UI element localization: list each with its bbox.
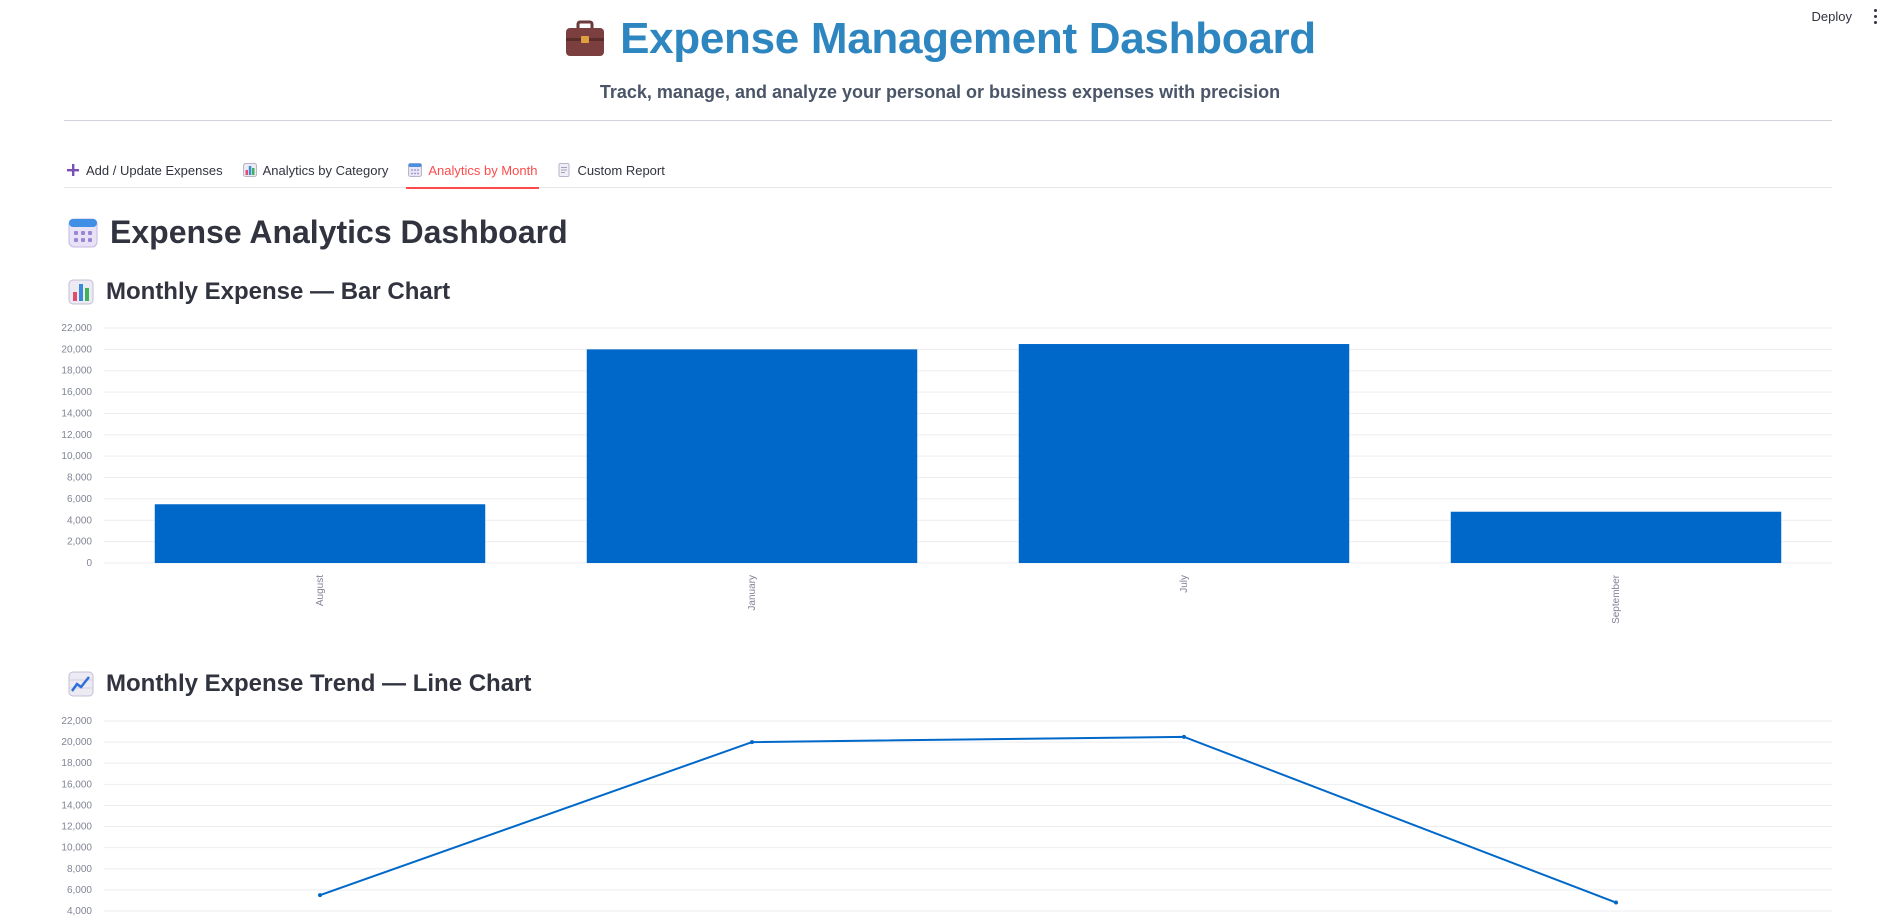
x-tick-label: August <box>315 575 326 606</box>
tab-analytics-by-category[interactable]: Analytics by Category <box>241 152 391 188</box>
bar[interactable] <box>154 504 486 563</box>
chart-increasing-icon <box>68 671 94 697</box>
calendar-icon <box>68 218 98 247</box>
bar-chart-icon <box>68 279 94 305</box>
y-tick-label: 12,000 <box>61 430 92 441</box>
y-tick-label: 16,000 <box>61 779 92 790</box>
tab-custom-report[interactable]: Custom Report <box>555 152 666 188</box>
tab-label: Add / Update Expenses <box>86 162 223 178</box>
bar[interactable] <box>586 349 918 563</box>
tab-add-update-expenses[interactable]: Add / Update Expenses <box>64 152 225 188</box>
y-tick-label: 20,000 <box>61 737 92 748</box>
x-tick-label: September <box>1611 574 1622 624</box>
y-tick-label: 0 <box>86 558 92 569</box>
y-tick-label: 14,000 <box>61 800 92 811</box>
x-tick-label: January <box>747 575 758 611</box>
app-subtitle: Track, manage, and analyze your personal… <box>599 82 1281 102</box>
page-title: Expense Analytics Dashboard <box>110 214 568 250</box>
y-tick-label: 10,000 <box>61 451 92 462</box>
y-tick-label: 20,000 <box>61 344 92 355</box>
y-tick-label: 6,000 <box>67 885 92 896</box>
y-tick-label: 4,000 <box>67 515 92 526</box>
y-tick-label: 8,000 <box>67 864 92 875</box>
line-chart-heading: Monthly Expense Trend — Line Chart <box>68 670 531 698</box>
x-tick-label: July <box>1179 575 1190 593</box>
briefcase-icon <box>566 20 605 56</box>
y-tick-label: 18,000 <box>61 366 92 377</box>
plus-icon <box>67 164 79 176</box>
data-point[interactable] <box>318 893 322 898</box>
tab-bar: Add / Update Expenses Analytics by Categ… <box>64 152 1832 189</box>
tab-label: Analytics by Category <box>262 162 389 178</box>
bar[interactable] <box>1450 511 1782 563</box>
bar-chart-icon <box>242 163 257 177</box>
y-tick-label: 22,000 <box>61 323 92 334</box>
y-tick-label: 14,000 <box>61 408 92 419</box>
data-point[interactable] <box>1614 900 1618 905</box>
header-divider <box>64 120 1832 121</box>
series-line <box>319 735 1617 904</box>
line-chart-title: Monthly Expense Trend — Line Chart <box>106 670 532 697</box>
bar[interactable] <box>1018 344 1350 563</box>
bar-chart-title: Monthly Expense — Bar Chart <box>106 278 451 305</box>
monthly-expense-line-chart: 4,000 6,000 8,000 10,000 12,000 14,000 16,000 1… <box>61 716 1832 917</box>
y-tick-label: 8,000 <box>67 473 92 484</box>
y-tick-label: 12,000 <box>61 822 92 833</box>
app-header: Expense Management Dashboard <box>0 14 1880 64</box>
monthly-expense-bar-chart: 0 2,000 4,000 6,000 8,000 10,000 12,000 14,000 1… <box>61 323 1832 624</box>
data-point[interactable] <box>750 740 754 745</box>
y-tick-label: 6,000 <box>67 494 92 505</box>
data-point[interactable] <box>1182 734 1186 739</box>
page-heading: Expense Analytics Dashboard <box>68 214 568 251</box>
y-tick-label: 22,000 <box>61 716 92 727</box>
app-title: Expense Management Dashboard <box>620 14 1316 63</box>
y-tick-label: 10,000 <box>61 843 92 854</box>
calendar-icon <box>408 163 423 177</box>
y-tick-label: 16,000 <box>61 387 92 398</box>
y-tick-label: 4,000 <box>67 906 92 917</box>
bar-chart-heading: Monthly Expense — Bar Chart <box>68 278 450 306</box>
y-tick-label: 18,000 <box>61 758 92 769</box>
document-icon <box>558 163 570 177</box>
y-tick-label: 2,000 <box>67 537 92 548</box>
tab-analytics-by-month[interactable]: Analytics by Month <box>406 152 540 189</box>
tab-label: Custom Report <box>577 162 665 178</box>
tab-label: Analytics by Month <box>428 162 538 178</box>
